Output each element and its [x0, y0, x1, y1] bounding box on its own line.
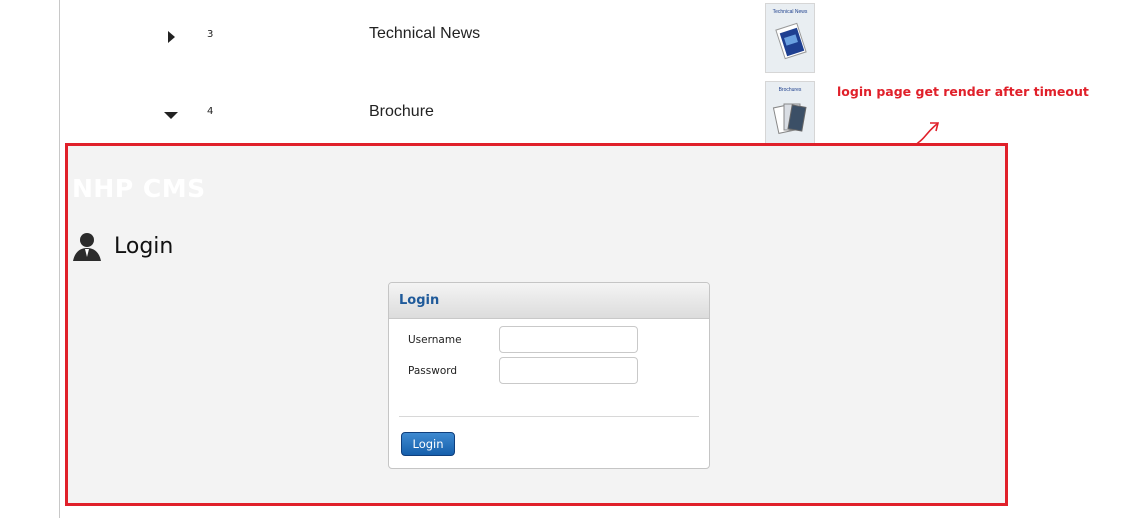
login-panel: Login Username Password Login [388, 282, 710, 469]
thumbnail-label: Technical News [772, 9, 808, 15]
row-number: 3 [207, 29, 214, 40]
row-title: Brochure [369, 103, 434, 120]
page-heading: Login [72, 229, 173, 263]
password-field[interactable] [499, 357, 638, 384]
row-number: 4 [207, 106, 214, 117]
username-field[interactable] [499, 326, 638, 353]
thumbnail-image[interactable]: Technical News [765, 3, 815, 73]
divider [399, 416, 699, 417]
password-label: Password [408, 365, 458, 377]
row-title: Technical News [369, 25, 481, 42]
triangle-right-icon[interactable] [164, 30, 178, 44]
login-page-region: NHP CMS Login Login Username Password Lo… [65, 143, 1008, 506]
magazine-icon [775, 22, 807, 60]
panel-header: Login [389, 283, 709, 319]
page-title: Login [114, 233, 174, 259]
list-item: 3 Technical News Technical News [60, 0, 1039, 75]
brand-title: NHP CMS [72, 174, 206, 203]
annotation-note: login page get render after timeout [837, 84, 1089, 99]
triangle-down-icon[interactable] [164, 108, 178, 122]
thumbnail-label: Brochures [778, 87, 802, 93]
user-icon [73, 233, 101, 261]
thumbnail-image[interactable]: Brochures [765, 81, 815, 151]
screenshot: 3 Technical News Technical News 4 Brochu… [0, 0, 1148, 518]
brochure-icon [772, 103, 807, 134]
panel-title: Login [399, 293, 440, 308]
login-button[interactable]: Login [401, 432, 455, 456]
username-label: Username [408, 334, 462, 346]
